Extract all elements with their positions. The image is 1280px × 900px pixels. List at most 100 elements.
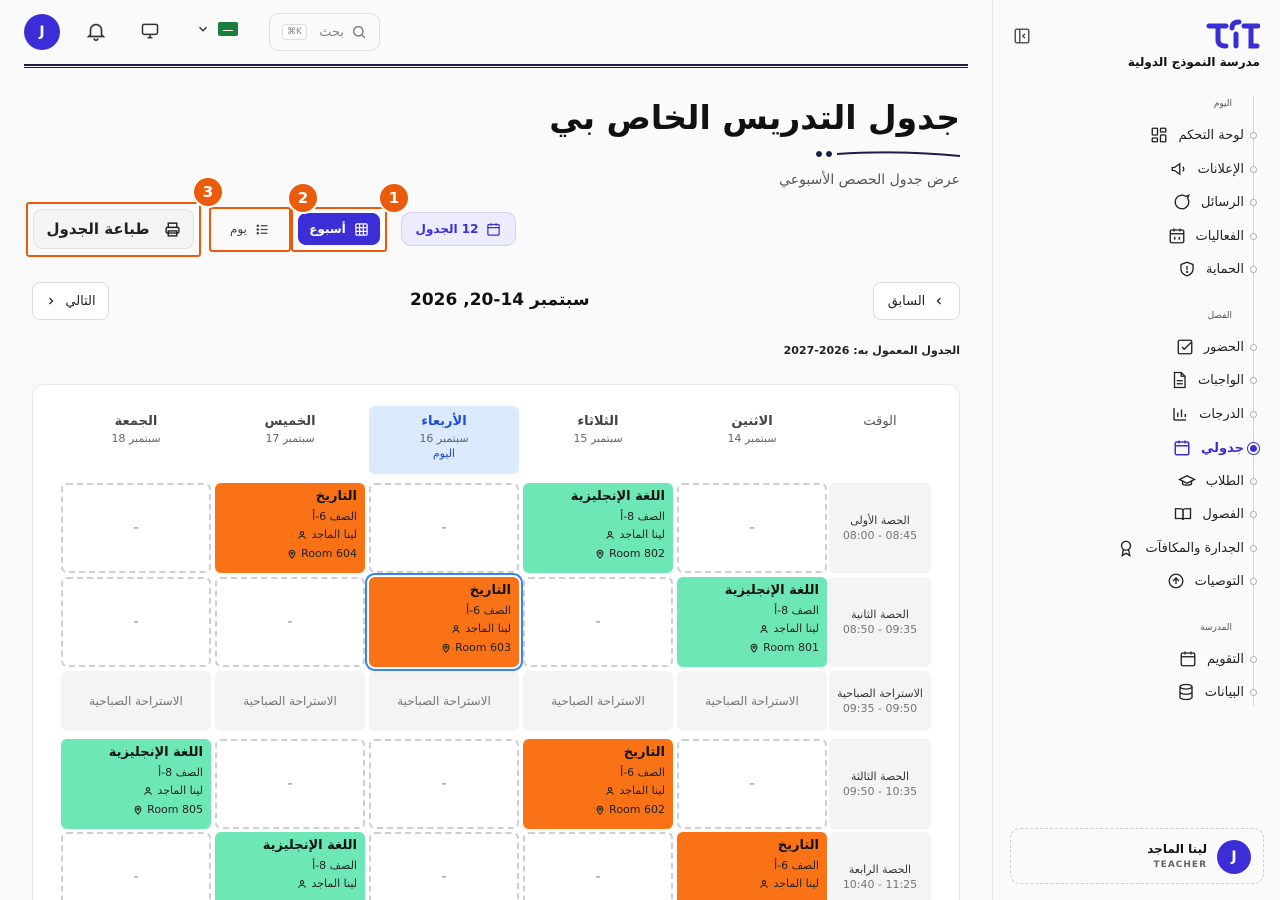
empty-slot[interactable]: - xyxy=(61,832,211,900)
lesson-card[interactable]: التاريخ الصف 6-أ لينا الماجد Room 604 xyxy=(215,483,365,573)
sidebar-item-label: البيانات xyxy=(1204,684,1244,700)
empty-slot[interactable]: - xyxy=(61,577,211,667)
section-label-today: اليوم xyxy=(1213,99,1232,109)
lesson-card[interactable]: اللغة الإنجليزية الصف 8-أ لينا الماجد xyxy=(215,832,365,900)
location-pin-icon xyxy=(134,805,142,815)
user-icon xyxy=(452,624,461,633)
location-pin-icon xyxy=(442,643,450,653)
empty-slot-text: - xyxy=(287,614,293,630)
user-icon xyxy=(760,879,769,888)
sidebar-item-label: لوحة التحكم xyxy=(1178,127,1244,143)
lesson-card[interactable]: اللغة الإنجليزية الصف 8-أ لينا الماجد Room … xyxy=(61,739,211,829)
time-header-label: الوقت xyxy=(863,414,897,429)
previous-week-button[interactable]: السابق xyxy=(873,282,960,320)
lesson-card[interactable]: التاريخ الصف 6-أ لينا الماجد Room 602 xyxy=(523,739,673,829)
empty-slot[interactable]: - xyxy=(523,832,673,900)
sidebar-item-data[interactable]: البيانات xyxy=(1177,679,1244,705)
teacher-name: لينا الماجد xyxy=(619,784,665,797)
lesson-class: الصف 6-أ xyxy=(466,604,511,617)
teacher-name: لينا الماجد xyxy=(773,877,819,890)
sidebar-item-events[interactable]: الفعاليات xyxy=(1168,223,1244,249)
sidebar-item-classes[interactable]: الفصول xyxy=(1174,501,1244,527)
empty-slot[interactable]: - xyxy=(677,483,827,573)
lesson-teacher: لينا الماجد xyxy=(759,622,819,635)
sidebar-item-homework[interactable]: الواجبات xyxy=(1170,367,1244,393)
section-label-class: الفصل xyxy=(1207,311,1232,321)
sidebar-item-recommendations[interactable]: التوصيات xyxy=(1167,568,1244,594)
sidebar-item-merits[interactable]: الجدارة والمكافآت xyxy=(1117,535,1244,561)
week-view-button[interactable]: أسبوع xyxy=(298,213,380,245)
break-slot: الاستراحة الصباحية xyxy=(215,671,365,731)
lesson-subject: التاريخ xyxy=(469,583,511,598)
empty-slot[interactable]: - xyxy=(215,739,365,829)
schedule-grid: الوقت الاثنين سبتمبر 14 الثلاثاء سبتمبر 15 ا… xyxy=(32,384,960,900)
lesson-card[interactable]: اللغة الإنجليزية الصف 8-أ لينا الماجد Room … xyxy=(677,577,827,667)
period-name: الحصة الثالثة xyxy=(850,770,910,783)
calendar-grid-icon xyxy=(1169,228,1184,244)
next-week-button[interactable]: التالي xyxy=(32,282,109,320)
user-icon xyxy=(144,786,153,795)
user-profile-card[interactable]: J لينا الماجد TEACHER xyxy=(1010,828,1264,884)
sidebar-item-calendar[interactable]: التقويم xyxy=(1179,646,1244,672)
nav-dot xyxy=(1250,656,1257,663)
monitor-icon[interactable] xyxy=(140,21,160,41)
period-time: 09:35 - 09:50 xyxy=(842,702,918,715)
lesson-card[interactable]: التاريخ الصف 6-أ لينا الماجد xyxy=(677,832,827,900)
language-selector[interactable] xyxy=(196,22,238,36)
bell-icon[interactable] xyxy=(85,20,107,42)
sidebar-item-label: جدولي xyxy=(1201,440,1244,456)
sidebar-item-label: الدرجات xyxy=(1199,406,1244,422)
teacher-name: لينا الماجد xyxy=(157,784,203,797)
empty-slot[interactable]: - xyxy=(523,577,673,667)
empty-slot[interactable]: - xyxy=(369,483,519,573)
user-icon xyxy=(606,530,615,539)
empty-slot-text: - xyxy=(441,520,447,536)
topbar: J بحث K⌘ xyxy=(0,0,992,70)
sidebar-item-dashboard[interactable]: لوحة التحكم xyxy=(1150,122,1244,148)
empty-slot[interactable]: - xyxy=(61,483,211,573)
search-box[interactable]: بحث K⌘ xyxy=(269,13,380,51)
day-name: الجمعة xyxy=(114,414,158,429)
day-date: سبتمبر 15 xyxy=(573,432,623,445)
empty-slot[interactable]: - xyxy=(369,832,519,900)
sidebar-item-safeguarding[interactable]: الحماية xyxy=(1178,256,1244,282)
lesson-class: الصف 6-أ xyxy=(774,859,819,872)
sidebar-item-messages[interactable]: الرسائل xyxy=(1173,189,1244,215)
lesson-subject: اللغة الإنجليزية xyxy=(724,583,819,598)
calendar-icon xyxy=(1180,651,1196,667)
schedule-count-badge[interactable]: 12 الجدول xyxy=(401,212,516,246)
search-input[interactable]: بحث xyxy=(319,25,344,40)
sidebar-item-attendance[interactable]: الحضور xyxy=(1176,334,1244,360)
sidebar-item-announcements[interactable]: الإعلانات xyxy=(1170,156,1244,182)
nav-dot-active xyxy=(1248,443,1259,454)
nav-dot xyxy=(1250,344,1257,351)
lesson-teacher: لينا الماجد xyxy=(605,528,665,541)
day-name: الخميس xyxy=(264,414,316,429)
lesson-card[interactable]: التاريخ الصف 6-أ لينا الماجد Room 603 xyxy=(369,577,519,667)
previous-label: السابق xyxy=(887,293,926,309)
day-date: سبتمبر 16 xyxy=(419,432,469,445)
empty-slot[interactable]: - xyxy=(215,577,365,667)
sidebar-item-my-schedule[interactable]: جدولي xyxy=(1173,435,1244,461)
day-name: الاثنين xyxy=(731,414,773,429)
lesson-card[interactable]: اللغة الإنجليزية الصف 8-أ لينا الماجد Room … xyxy=(523,483,673,573)
lesson-room: Room 603 xyxy=(441,641,511,654)
empty-slot[interactable]: - xyxy=(677,739,827,829)
step-badge-3: 3 xyxy=(192,176,224,208)
page-subtitle: عرض جدول الحصص الأسبوعي xyxy=(779,172,960,188)
sidebar-item-label: التوصيات xyxy=(1194,573,1244,589)
schedule-count-label: 12 الجدول xyxy=(415,222,479,236)
print-schedule-button[interactable]: طباعة الجدول xyxy=(33,209,194,249)
lesson-room: Room 805 xyxy=(133,803,203,816)
document-icon xyxy=(1173,371,1186,389)
empty-slot[interactable]: - xyxy=(369,739,519,829)
lesson-class: الصف 6-أ xyxy=(620,766,665,779)
avatar[interactable]: J xyxy=(24,14,60,50)
award-icon xyxy=(1121,540,1132,557)
day-view-button[interactable]: يوم xyxy=(215,213,285,245)
sidebar-item-grades[interactable]: الدرجات xyxy=(1171,401,1244,427)
check-square-icon xyxy=(1177,339,1193,355)
sidebar-collapse-icon[interactable] xyxy=(1013,27,1031,45)
sidebar-item-label: الواجبات xyxy=(1197,372,1244,388)
sidebar-item-students[interactable]: الطلاب xyxy=(1177,468,1244,494)
